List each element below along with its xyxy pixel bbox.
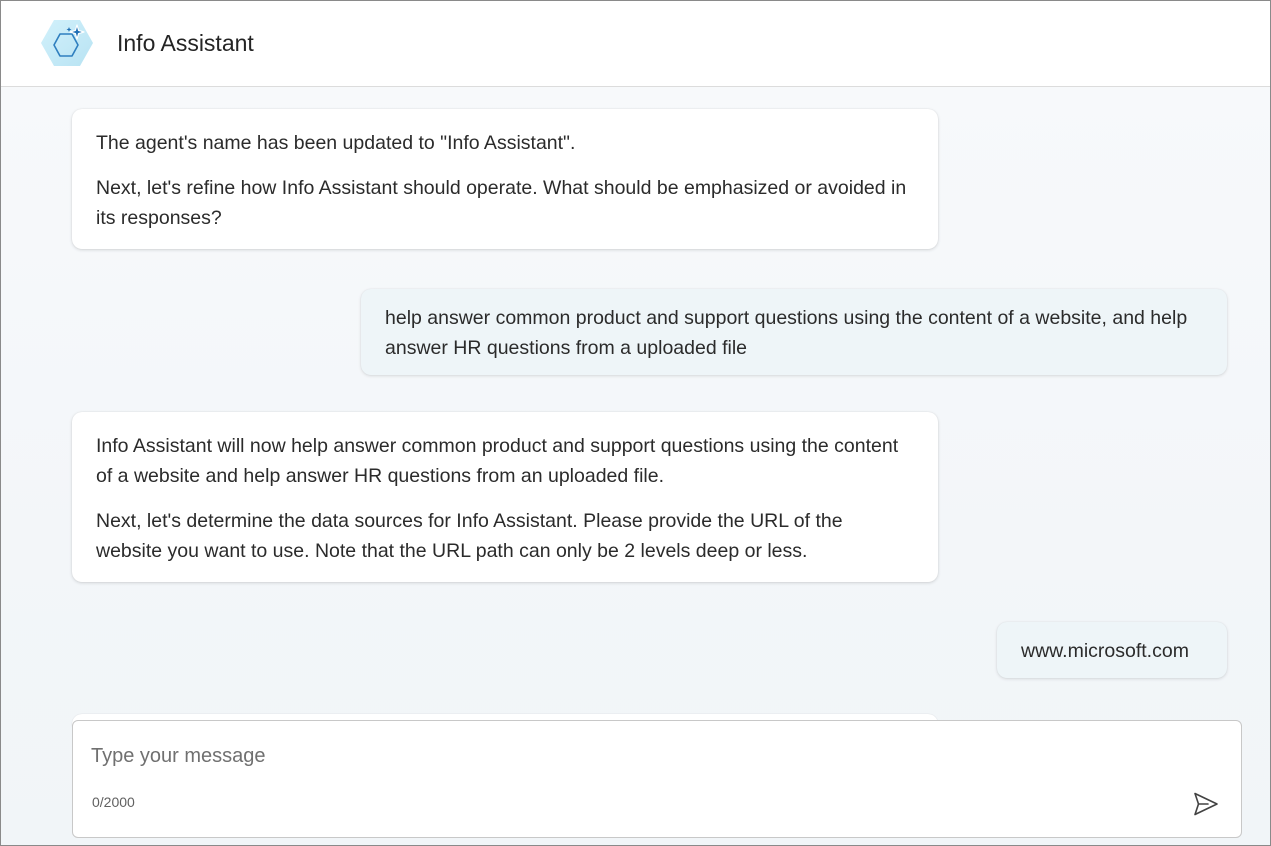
- user-message: www.microsoft.com: [997, 622, 1227, 678]
- send-button[interactable]: [1189, 787, 1223, 821]
- message-paragraph: Next, let's refine how Info Assistant sh…: [96, 177, 907, 229]
- message-paragraph: Next, let's determine the data sources f…: [96, 510, 843, 562]
- sparkle-hexagon-icon: [39, 16, 95, 70]
- message-composer: 0/2000: [72, 720, 1242, 838]
- app-title: Info Assistant: [117, 30, 254, 56]
- assistant-message: The agent's name has been updated to "In…: [72, 109, 938, 249]
- send-icon: [1194, 792, 1218, 816]
- message-paragraph: Info Assistant will now help answer comm…: [96, 435, 899, 487]
- message-paragraph: The agent's name has been updated to "In…: [96, 132, 576, 154]
- header: Info Assistant: [1, 1, 1270, 87]
- assistant-message: Info Assistant will now help answer comm…: [72, 412, 938, 582]
- app-window: Info Assistant The agent's name has been…: [0, 0, 1271, 846]
- message-text: www.microsoft.com: [1021, 640, 1189, 662]
- message-input[interactable]: [91, 739, 1171, 773]
- message-text: help answer common product and support q…: [385, 307, 1188, 359]
- user-message: help answer common product and support q…: [361, 289, 1227, 375]
- character-counter: 0/2000: [92, 794, 135, 810]
